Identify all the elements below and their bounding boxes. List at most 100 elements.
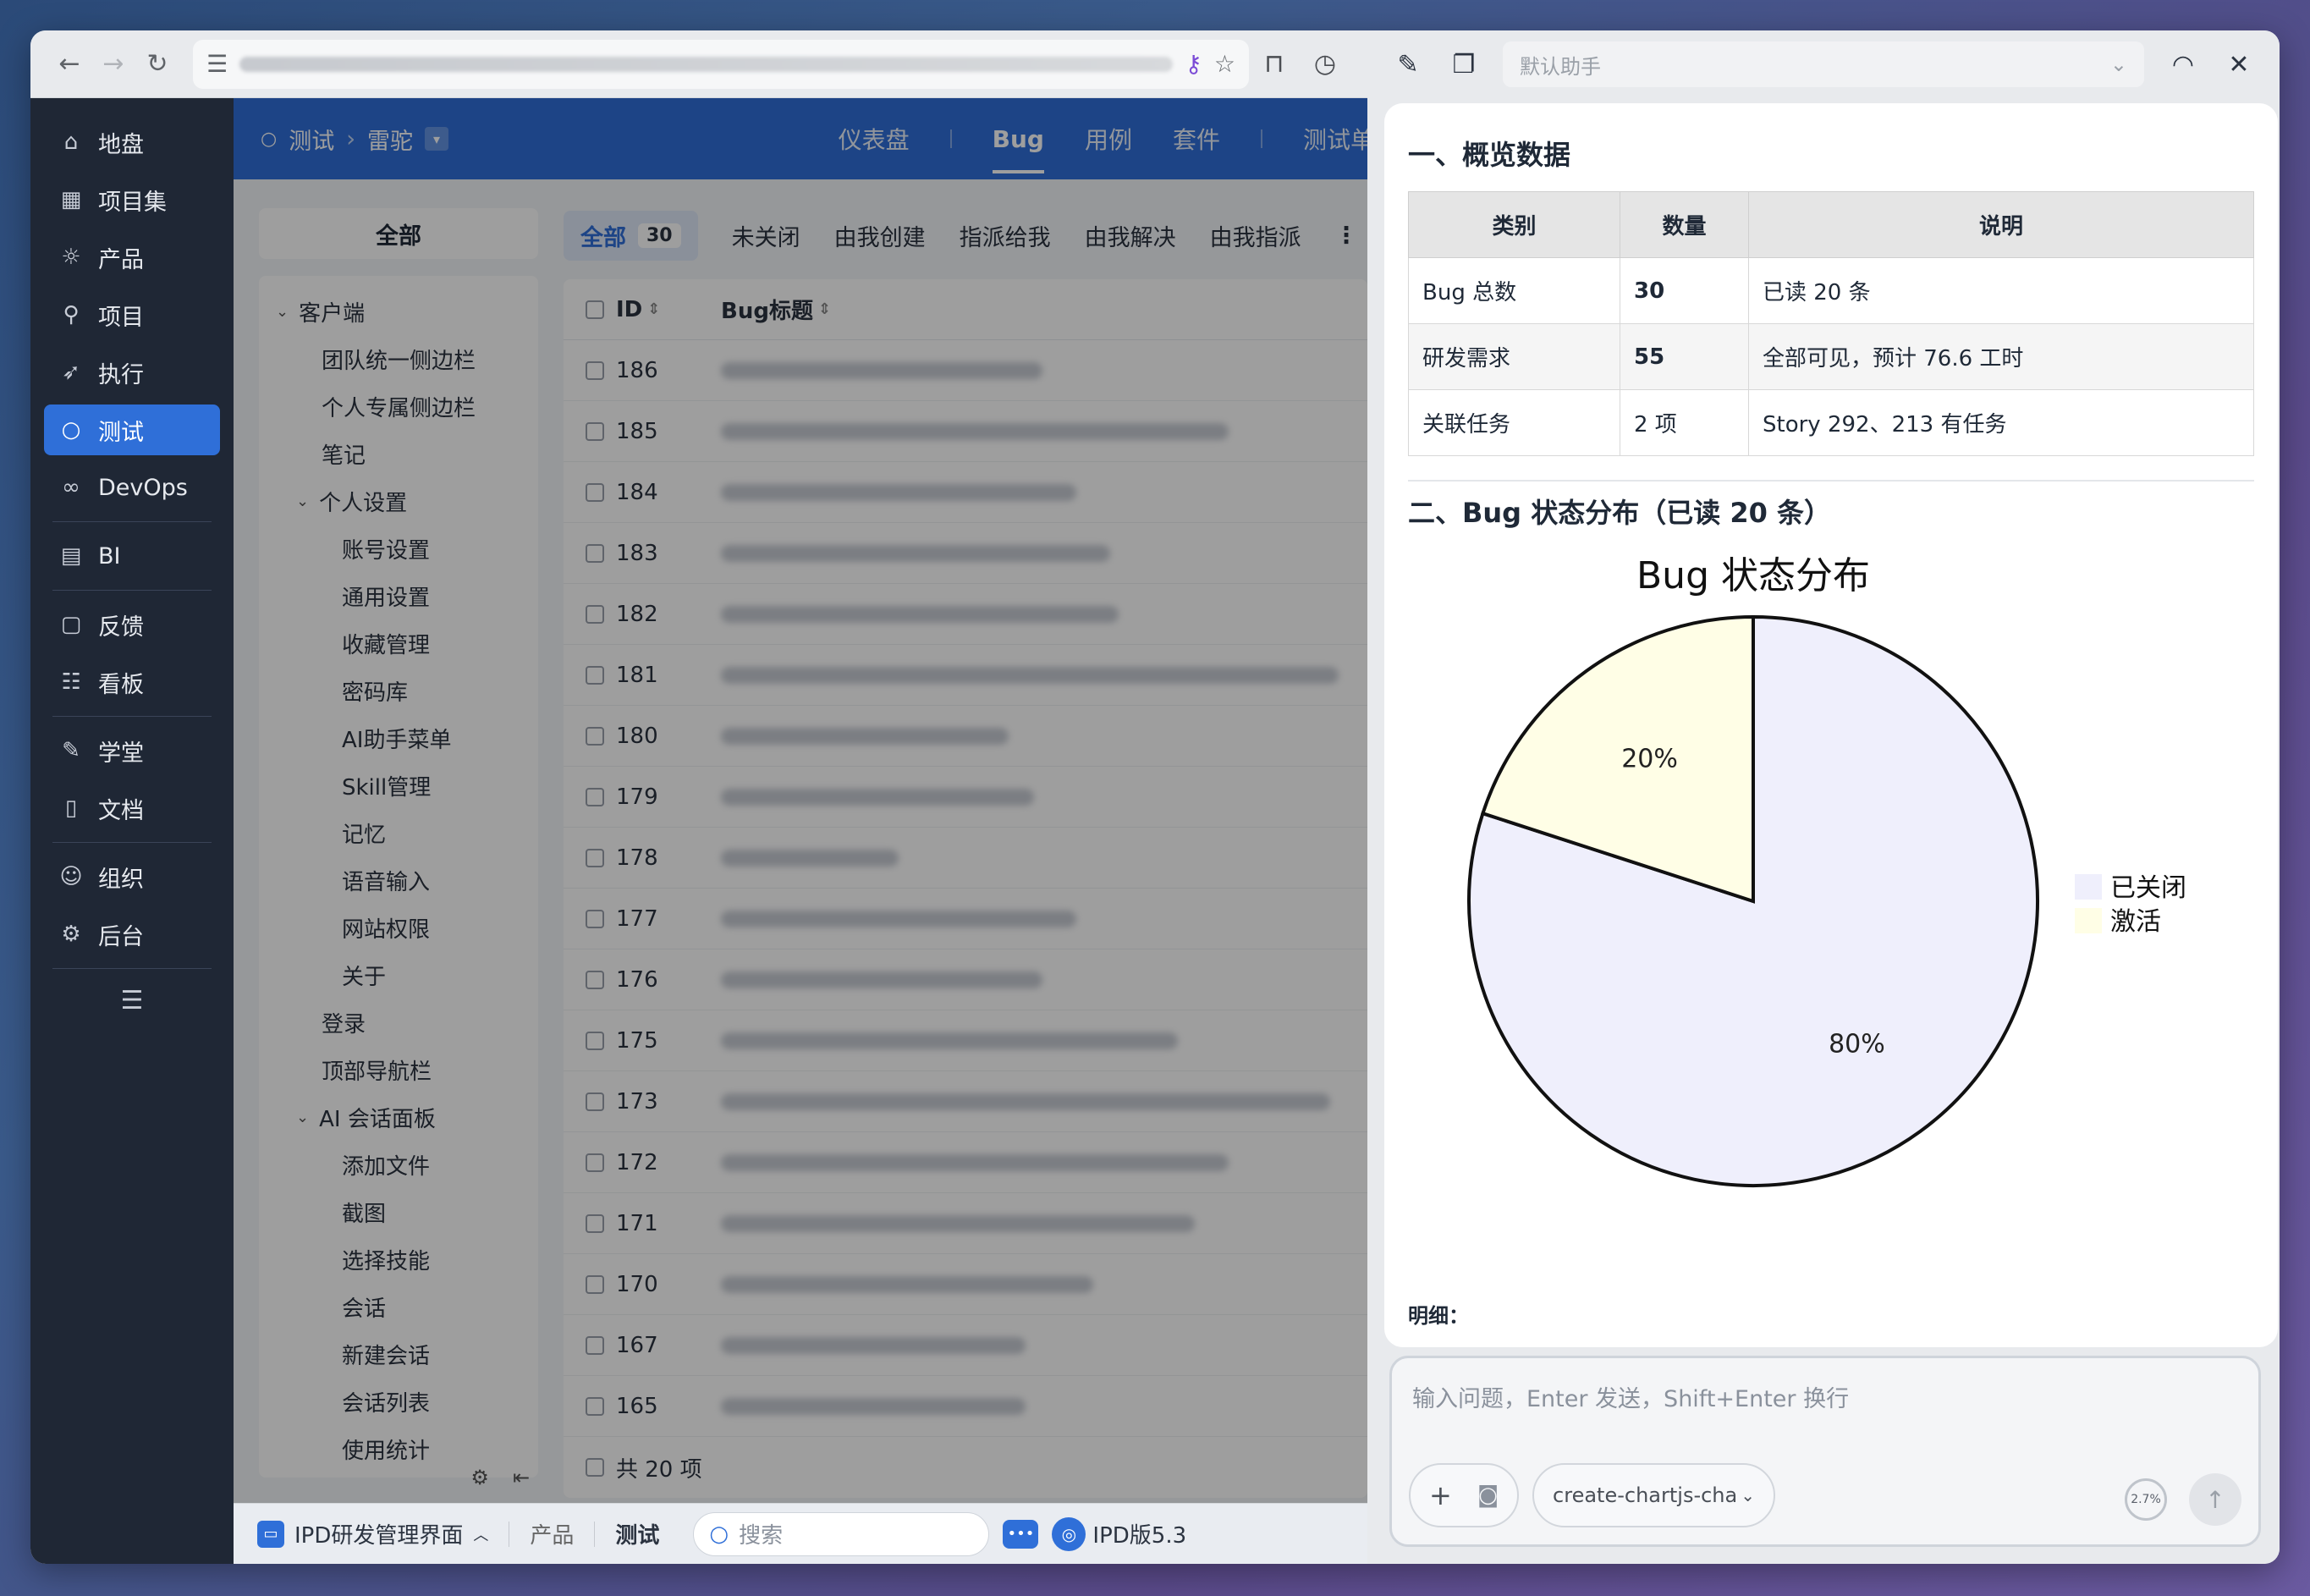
filter-assigned-to-me[interactable]: 指派给我 (960, 219, 1051, 252)
gauge-icon[interactable]: ◠ (2166, 50, 2200, 80)
row-title-blurred[interactable] (721, 1397, 1026, 1415)
col-id-header[interactable]: ID ⇕ (616, 297, 721, 322)
send-button[interactable]: ↑ (2189, 1473, 2241, 1526)
nav-item-bi[interactable]: ▤ BI (44, 531, 220, 581)
chevron-down-icon[interactable]: ⌄ (296, 1109, 309, 1126)
tree-node[interactable]: 账号设置 (259, 525, 538, 572)
tree-node[interactable]: 通用设置 (259, 572, 538, 619)
tree-node[interactable]: 会话 (259, 1283, 538, 1330)
row-checkbox[interactable] (586, 1274, 604, 1294)
history-icon[interactable]: ◷ (1300, 49, 1350, 79)
table-row[interactable]: 171 (564, 1193, 1367, 1254)
tree-node[interactable]: 密码库 (259, 667, 538, 714)
table-row[interactable]: 178 (564, 828, 1367, 889)
tree-node[interactable]: 团队统一侧边栏 (259, 335, 538, 382)
chat-list-icon[interactable]: ❐ (1447, 50, 1481, 80)
row-title-blurred[interactable] (721, 1092, 1330, 1110)
gear-icon[interactable]: ⚙ (470, 1466, 489, 1489)
row-checkbox[interactable] (586, 360, 604, 380)
filter-assigned-by-me[interactable]: 由我指派 (1210, 219, 1301, 252)
row-checkbox[interactable] (586, 726, 604, 746)
table-row[interactable]: 181 (564, 645, 1367, 706)
tree-node[interactable]: 会话列表 (259, 1378, 538, 1425)
tree-node[interactable]: ⌄ AI 会话面板 (259, 1093, 538, 1141)
row-checkbox[interactable] (586, 848, 604, 867)
tab-bug[interactable]: Bug (992, 125, 1045, 173)
nav-item-docs[interactable]: ▯ 文档 (44, 783, 220, 834)
nav-item-feedback[interactable]: ▢ 反馈 (44, 599, 220, 650)
table-row[interactable]: 172 (564, 1132, 1367, 1193)
tree-node[interactable]: 关于 (259, 951, 538, 999)
row-checkbox[interactable] (586, 1092, 604, 1111)
footer-checkbox[interactable] (586, 1458, 604, 1477)
table-row[interactable]: 175 (564, 1010, 1367, 1071)
row-checkbox[interactable] (586, 1031, 604, 1050)
table-row[interactable]: 176 (564, 949, 1367, 1010)
tab-case[interactable]: 用例 (1085, 122, 1132, 156)
row-title-blurred[interactable] (721, 605, 1119, 623)
row-checkbox[interactable] (586, 970, 604, 989)
row-checkbox[interactable] (586, 1335, 604, 1355)
version-badge[interactable]: ◎ IPD版5.3 (1052, 1516, 1186, 1551)
tab-suite[interactable]: 套件 (1173, 122, 1220, 156)
table-row[interactable]: 177 (564, 889, 1367, 949)
nav-item-admin[interactable]: ⚙ 后台 (44, 909, 220, 960)
nav-item-devops[interactable]: ∞ DevOps (44, 462, 220, 513)
legend-swatch[interactable] (2075, 908, 2102, 933)
chat-icon[interactable]: ••• (1003, 1519, 1039, 1549)
tree-node[interactable]: 记忆 (259, 809, 538, 856)
row-checkbox[interactable] (586, 604, 604, 624)
table-row[interactable]: 170 (564, 1254, 1367, 1315)
site-settings-icon[interactable]: ☰ (206, 50, 228, 78)
legend-swatch[interactable] (2075, 874, 2102, 900)
status-crumb-product[interactable]: 产品 (530, 1518, 574, 1549)
tree-node[interactable]: 个人专属侧边栏 (259, 382, 538, 430)
address-bar[interactable]: ☰ ⚷ ☆ (193, 39, 1249, 89)
row-title-blurred[interactable] (721, 422, 1229, 440)
filter-unclosed[interactable]: 未关闭 (732, 219, 800, 252)
row-title-blurred[interactable] (721, 666, 1339, 684)
skill-selector[interactable]: create-chartjs-cha ⌄ (1532, 1463, 1775, 1527)
chevron-down-icon[interactable]: ⌄ (276, 303, 289, 321)
forward-icon[interactable]: → (91, 42, 135, 86)
more-icon[interactable]: ⋮ (1335, 223, 1358, 249)
tree-node[interactable]: 顶部导航栏 (259, 1046, 538, 1093)
tree-node[interactable]: ⌄ 个人设置 (259, 477, 538, 525)
back-icon[interactable]: ← (47, 42, 91, 86)
row-title-blurred[interactable] (721, 727, 1009, 745)
row-checkbox[interactable] (586, 543, 604, 563)
table-row[interactable]: 184 (564, 462, 1367, 523)
collapse-menu-icon[interactable]: ☰ (30, 986, 234, 1015)
status-search-input[interactable]: ○ 搜索 (693, 1511, 990, 1556)
table-row[interactable]: 185 (564, 401, 1367, 462)
row-title-blurred[interactable] (721, 910, 1076, 927)
row-checkbox[interactable] (586, 909, 604, 928)
legend-label[interactable]: 已关闭 (2110, 873, 2186, 903)
app-switcher[interactable]: ▭ IPD研发管理界面 ︿ (257, 1518, 488, 1549)
close-icon[interactable]: ✕ (2222, 50, 2256, 80)
row-title-blurred[interactable] (721, 1214, 1195, 1232)
table-row[interactable]: 165 (564, 1376, 1367, 1437)
row-title-blurred[interactable] (721, 849, 899, 867)
chevron-down-icon[interactable]: ▾ (425, 127, 449, 151)
row-checkbox[interactable] (586, 421, 604, 441)
nav-item-org[interactable]: ☺ 组织 (44, 851, 220, 902)
tree-node[interactable]: ⌄ 客户端 (259, 288, 538, 335)
nav-item-test[interactable]: ○ 测试 (44, 405, 220, 455)
assistant-select[interactable]: 默认助手 ⌄ (1503, 41, 2144, 87)
col-title-header[interactable]: Bug标题 ⇕ (721, 294, 831, 325)
row-checkbox[interactable] (586, 1153, 604, 1172)
row-title-blurred[interactable] (721, 1275, 1093, 1293)
filter-created-by-me[interactable]: 由我创建 (834, 219, 926, 252)
nav-item-execution[interactable]: ➶ 执行 (44, 347, 220, 398)
row-title-blurred[interactable] (721, 544, 1110, 562)
table-row[interactable]: 167 (564, 1315, 1367, 1376)
crumb-root[interactable]: 测试 (289, 123, 334, 156)
legend-label[interactable]: 激活 (2110, 907, 2161, 937)
collapse-left-icon[interactable]: ⇤ (513, 1466, 530, 1489)
tree-node[interactable]: 收藏管理 (259, 619, 538, 667)
row-title-blurred[interactable] (721, 483, 1076, 501)
nav-item-project[interactable]: ⚲ 项目 (44, 289, 220, 340)
row-checkbox[interactable] (586, 1214, 604, 1233)
camera-icon[interactable]: ◙ (1477, 1483, 1499, 1508)
